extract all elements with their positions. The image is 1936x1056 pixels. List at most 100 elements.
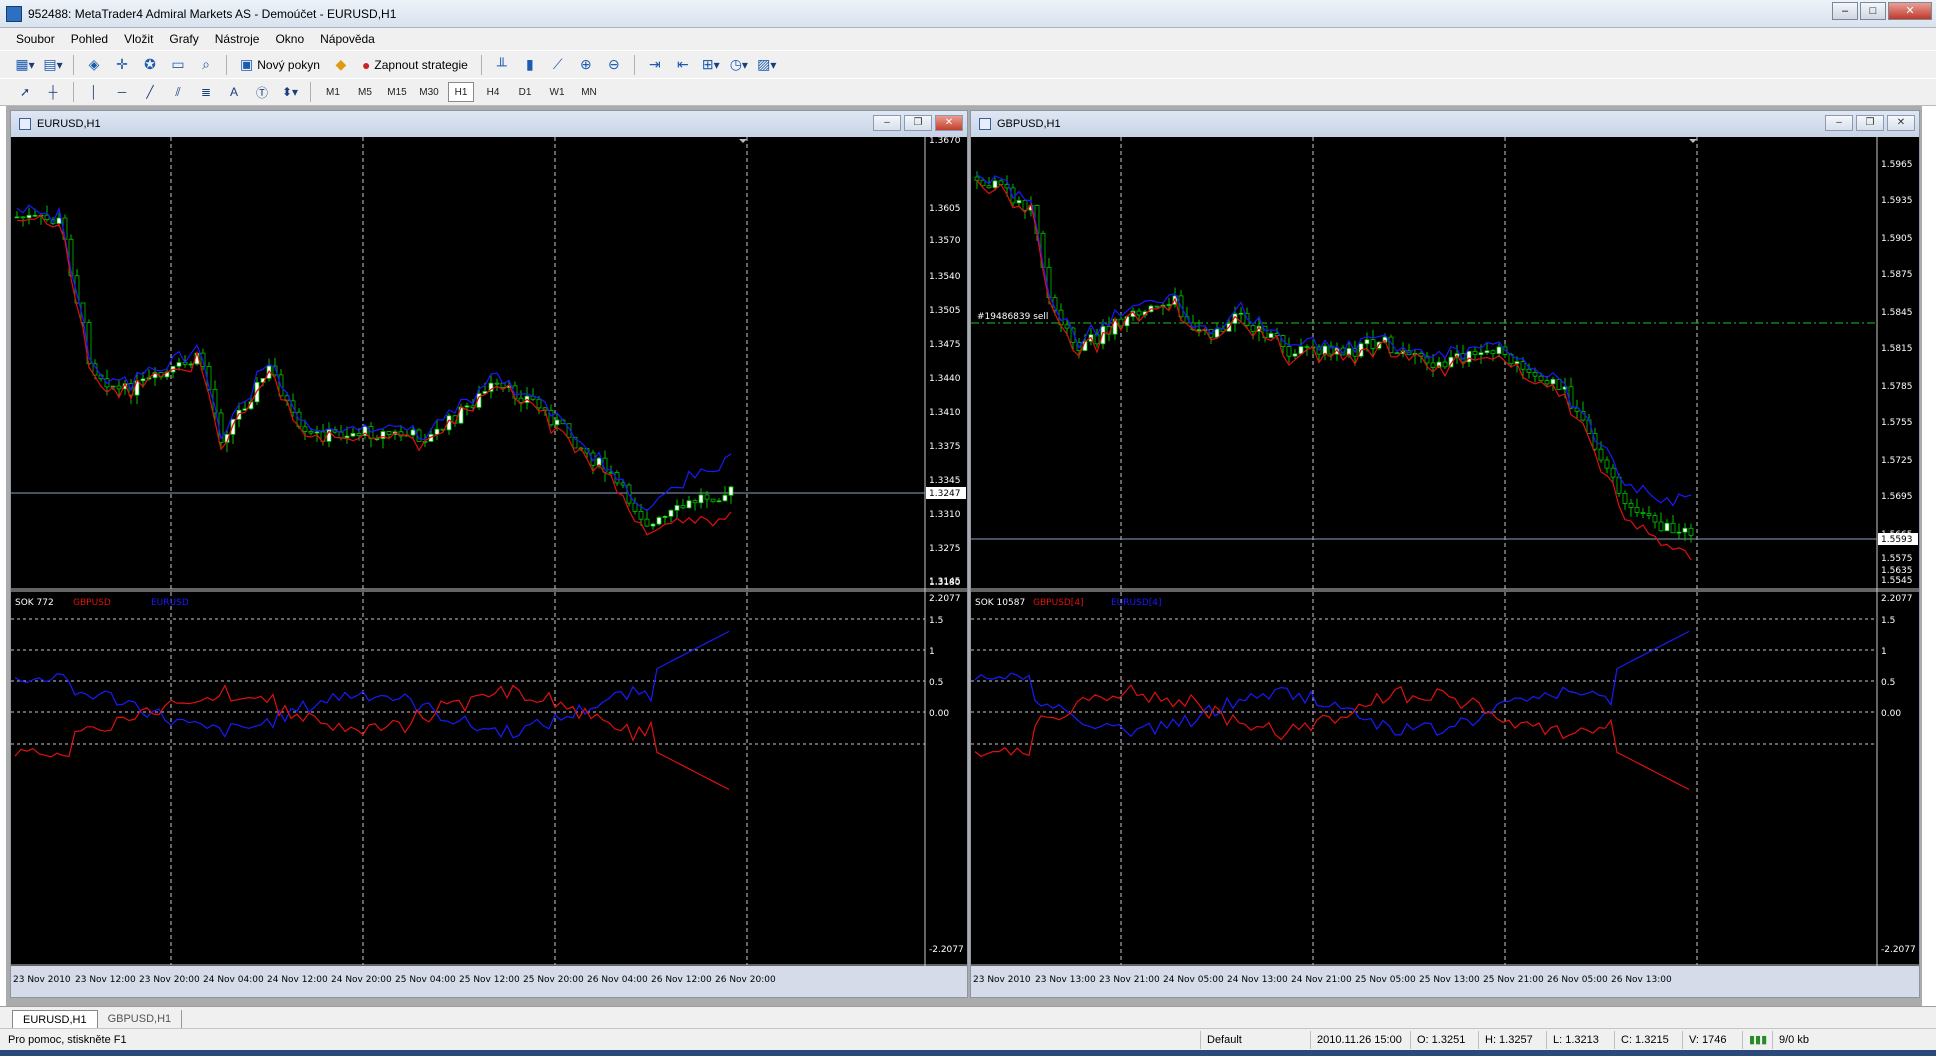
time-axis-labels: 23 Nov 2010 23 Nov 12:00 23 Nov 20:00 24… — [13, 975, 776, 985]
chart-icon — [19, 118, 31, 130]
text-icon[interactable]: A — [223, 81, 245, 103]
time-tick: 24 Nov 05:00 — [1163, 975, 1224, 985]
price-tick: 1.5695 — [1881, 492, 1913, 502]
window-title: 952488: MetaTrader4 Admiral Markets AS -… — [28, 6, 397, 21]
trendline-icon[interactable]: ╱ — [139, 81, 161, 103]
menu-vlozit[interactable]: Vložit — [116, 32, 161, 46]
candle-body — [1676, 531, 1682, 534]
time-tick: 23 Nov 2010 — [13, 975, 71, 985]
chart-restore-button[interactable]: ❐ — [1856, 115, 1884, 131]
metaeditor-icon[interactable]: ◆ — [330, 54, 352, 76]
cursor-icon[interactable]: ➚ — [14, 81, 36, 103]
minimize-button[interactable]: – — [1832, 2, 1858, 20]
toggle-strategy-button[interactable]: ● Zapnout strategie — [358, 54, 472, 76]
chart-canvas-gbpusd[interactable]: #19486839 sell 1.5965 1.5935 1.5905 1.58… — [971, 137, 1919, 997]
templates-icon[interactable]: ▨ ▾ — [756, 54, 778, 76]
separator — [73, 54, 74, 75]
timeframe-d1[interactable]: D1 — [512, 82, 538, 102]
indicator-tick: 1 — [929, 647, 935, 657]
indicator-name: SOK 772 — [15, 598, 54, 608]
chart-close-button[interactable]: ✕ — [1887, 115, 1915, 131]
new-order-button[interactable]: ▣ Nový pokyn — [236, 54, 324, 76]
candle-body — [1238, 312, 1244, 315]
timeframe-m1[interactable]: M1 — [320, 82, 346, 102]
candle-body — [410, 429, 416, 436]
arrows-icon[interactable]: ⬍▾ — [279, 81, 301, 103]
timeframe-mn[interactable]: MN — [576, 82, 602, 102]
timeframe-m5[interactable]: M5 — [352, 82, 378, 102]
navigator-icon[interactable]: ✪ — [139, 54, 161, 76]
autoscroll-icon[interactable]: ⇥ — [644, 54, 666, 76]
candlestick-icon[interactable]: ▮ — [519, 54, 541, 76]
indicator-tick: 0.5 — [929, 678, 943, 688]
separator — [73, 82, 74, 102]
candle-body — [1304, 346, 1310, 348]
fibonacci-icon[interactable]: ≣ — [195, 81, 217, 103]
candle-body — [1544, 380, 1550, 385]
strategy-tester-icon[interactable]: ⌕ — [195, 54, 217, 76]
menu-nastroje[interactable]: Nástroje — [207, 32, 268, 46]
terminal-icon[interactable]: ▭ — [167, 54, 189, 76]
chart-canvas-eurusd[interactable]: 1.3670 1.3605 1.3570 1.3540 1.3505 1.347… — [11, 137, 967, 997]
channel-icon[interactable]: ⫽ — [167, 81, 189, 103]
menu-grafy[interactable]: Grafy — [161, 32, 206, 46]
candle-body — [1022, 200, 1028, 211]
chart-shift-icon[interactable]: ⇤ — [672, 54, 694, 76]
timeframe-w1[interactable]: W1 — [544, 82, 570, 102]
horizontal-line-icon[interactable]: ─ — [111, 81, 133, 103]
indicator-tick: 0.5 — [1881, 678, 1895, 688]
zoom-out-icon[interactable]: ⊖ — [603, 54, 625, 76]
chart-restore-button[interactable]: ❐ — [904, 115, 932, 131]
price-tick: 1.3145 — [929, 577, 961, 587]
market-watch-icon[interactable]: ◈ — [83, 54, 105, 76]
menu-pohled[interactable]: Pohled — [63, 32, 116, 46]
menu-bar: Soubor Pohled Vložit Grafy Nástroje Okno… — [0, 28, 1936, 50]
status-datetime: 2010.11.26 15:00 — [1310, 1030, 1410, 1049]
vertical-line-icon[interactable]: │ — [83, 81, 105, 103]
candle-body — [1490, 350, 1496, 355]
price-tick: 1.3310 — [929, 510, 961, 520]
price-tick: 1.5545 — [1881, 576, 1913, 586]
timeframe-m30[interactable]: M30 — [416, 82, 442, 102]
chart-window-gbpusd[interactable]: GBPUSD,H1 – ❐ ✕ #19486839 sell 1.5965 1.… — [970, 110, 1920, 998]
bar-chart-icon[interactable]: ╨ — [491, 54, 513, 76]
timeframe-h1[interactable]: H1 — [448, 82, 474, 102]
chart-minimize-button[interactable]: – — [873, 115, 901, 131]
profiles-icon[interactable]: ▤ ▾ — [42, 54, 64, 76]
candle-body — [464, 405, 470, 408]
candle-body — [1394, 352, 1400, 355]
line-chart-icon[interactable]: ⟋ — [547, 54, 569, 76]
candle-body — [686, 500, 692, 509]
menu-napoveda[interactable]: Nápověda — [312, 32, 383, 46]
tab-gbpusd[interactable]: GBPUSD,H1 — [98, 1010, 183, 1028]
candle-body — [974, 176, 980, 181]
chart-minimize-button[interactable]: – — [1825, 115, 1853, 131]
candle-body — [434, 428, 440, 435]
line-studies-toolbar: ➚ ┼ │ ─ ╱ ⫽ ≣ A Ⓣ ⬍▾ M1 M5 M15 M30 H1 H4… — [0, 78, 1936, 106]
timeframe-h4[interactable]: H4 — [480, 82, 506, 102]
indicators-icon[interactable]: ⊞ ▾ — [700, 54, 722, 76]
data-window-icon[interactable]: ✛ — [111, 54, 133, 76]
candle-body — [1442, 361, 1448, 368]
candle-body — [386, 431, 392, 435]
menu-okno[interactable]: Okno — [267, 32, 312, 46]
new-chart-icon[interactable]: ▦ ▾ — [14, 54, 36, 76]
price-tick: 1.3440 — [929, 374, 961, 384]
time-tick: 24 Nov 12:00 — [267, 975, 328, 985]
close-button[interactable]: ✕ — [1888, 2, 1932, 20]
text-label-icon[interactable]: Ⓣ — [251, 81, 273, 103]
periods-icon[interactable]: ◷ ▾ — [728, 54, 750, 76]
candle-body — [632, 502, 638, 512]
chart-close-button[interactable]: ✕ — [935, 115, 963, 131]
maximize-button[interactable]: □ — [1860, 2, 1886, 20]
status-low: L: 1.3213 — [1546, 1030, 1614, 1049]
indicator-name: SOK 10587 — [975, 598, 1025, 608]
tab-eurusd[interactable]: EURUSD,H1 — [12, 1010, 98, 1028]
price-tick: 1.3410 — [929, 408, 961, 418]
timeframe-m15[interactable]: M15 — [384, 82, 410, 102]
zoom-in-icon[interactable]: ⊕ — [575, 54, 597, 76]
crosshair-icon[interactable]: ┼ — [42, 81, 64, 103]
status-volume: V: 1746 — [1682, 1030, 1742, 1049]
menu-soubor[interactable]: Soubor — [8, 32, 63, 46]
chart-window-eurusd[interactable]: EURUSD,H1 – ❐ ✕ 1.3670 1.3605 1.3570 1.3… — [10, 110, 968, 998]
